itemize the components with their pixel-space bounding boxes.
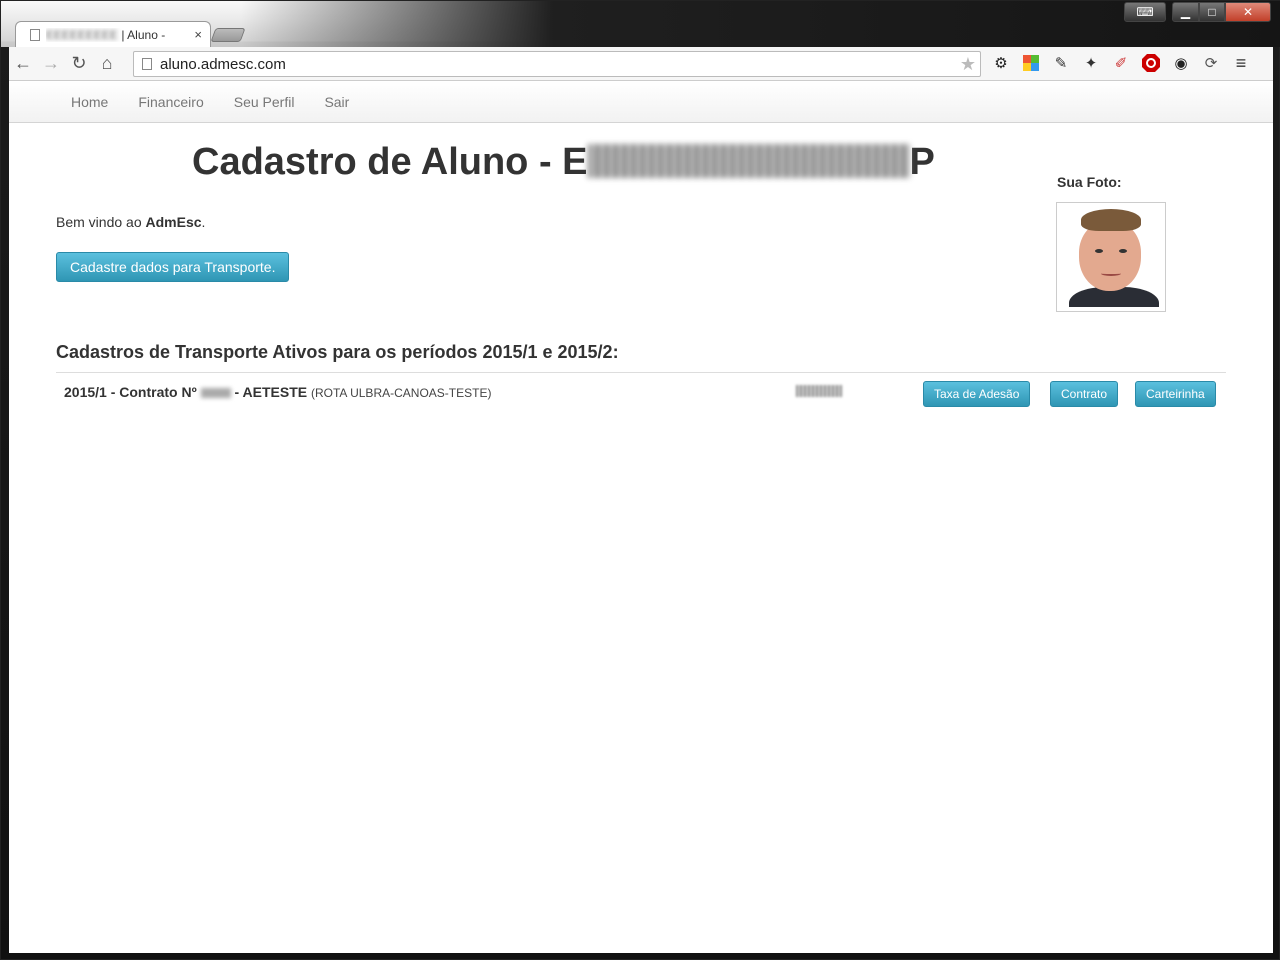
browser-window: ⌨ ▁ □ ✕ EEEEEEEEE | Aluno - × ← → ↻ ⌂ al… — [0, 0, 1280, 960]
avatar-mouth — [1101, 271, 1121, 276]
close-window-button[interactable]: ✕ — [1225, 2, 1271, 22]
address-bar[interactable]: aluno.admesc.com ★ — [133, 51, 981, 77]
reload-button[interactable]: ↻ — [65, 53, 93, 74]
gear-icon[interactable]: ⚙ — [989, 51, 1013, 75]
page-viewport: Home Financeiro Seu Perfil Sair Cadastro… — [9, 81, 1273, 953]
browser-toolbar: ← → ↻ ⌂ aluno.admesc.com ★ ⚙ ✎ ✦ ✐ ◉ ⟳ ≡ — [9, 47, 1273, 81]
eyedropper-extension-icon[interactable]: ✐ — [1109, 51, 1133, 75]
page-icon — [142, 58, 152, 70]
taxa-adesao-button[interactable]: Taxa de Adesão — [923, 381, 1031, 407]
nav-seu-perfil[interactable]: Seu Perfil — [234, 94, 295, 110]
nav-financeiro[interactable]: Financeiro — [138, 94, 203, 110]
evernote-extension-icon[interactable]: ✎ — [1049, 51, 1073, 75]
redacted-contract-number — [200, 388, 231, 399]
maximize-button[interactable]: □ — [1199, 2, 1225, 22]
redacted-status — [796, 385, 842, 397]
tab-title-redacted: EEEEEEEEE — [46, 27, 119, 42]
student-photo — [1056, 202, 1166, 312]
color-picker-extension-icon[interactable] — [1019, 51, 1043, 75]
home-button[interactable]: ⌂ — [93, 53, 121, 74]
minimize-button[interactable]: ▁ — [1172, 2, 1199, 22]
page-title: Cadastro de Aluno - E P — [192, 141, 935, 184]
window-controls: ⌨ ▁ □ ✕ — [1124, 2, 1271, 22]
avatar-hair — [1081, 209, 1141, 231]
avatar — [1061, 207, 1161, 307]
owl-extension-icon[interactable]: ◉ — [1169, 51, 1193, 75]
page-icon — [30, 28, 40, 41]
browser-tab-active[interactable]: EEEEEEEEE | Aluno - × — [15, 21, 211, 47]
register-transport-button[interactable]: Cadastre dados para Transporte. — [56, 252, 290, 282]
section-title: Cadastros de Transporte Ativos para os p… — [56, 342, 619, 362]
back-button[interactable]: ← — [9, 53, 37, 74]
new-tab-button[interactable] — [210, 28, 246, 42]
adblock-extension-icon[interactable] — [1139, 51, 1163, 75]
tab-title-text: | Aluno - — [121, 27, 166, 42]
forward-button[interactable]: → — [37, 53, 65, 74]
contract-suffix: - AETESTE — [234, 384, 308, 400]
welcome-text: Bem vindo ao AdmEsc. — [56, 214, 205, 230]
url-text[interactable]: aluno.admesc.com — [160, 56, 960, 73]
photo-label: Sua Foto: — [1057, 174, 1122, 190]
page-title-end: P — [909, 141, 935, 183]
page-title-text: Cadastro de Aluno - E — [192, 141, 588, 183]
contract-prefix: 2015/1 - Contrato Nº — [64, 384, 197, 400]
keyboard-icon[interactable]: ⌨ — [1124, 2, 1166, 22]
puzzle-extension-icon[interactable]: ✦ — [1079, 51, 1103, 75]
bookmark-star-icon[interactable]: ★ — [960, 54, 980, 75]
welcome-prefix: Bem vindo ao — [56, 214, 146, 230]
menu-icon[interactable]: ≡ — [1229, 51, 1253, 75]
welcome-suffix: . — [201, 214, 206, 230]
carteirinha-button[interactable]: Carteirinha — [1135, 381, 1216, 407]
nav-sair[interactable]: Sair — [324, 94, 349, 110]
contract-route: (ROTA ULBRA-CANOAS-TESTE) — [310, 386, 492, 400]
avatar-eye-left — [1095, 249, 1103, 253]
top-navbar: Home Financeiro Seu Perfil Sair — [9, 81, 1273, 123]
redacted-student-name — [587, 144, 910, 178]
welcome-brand: AdmEsc — [145, 214, 202, 230]
avatar-face — [1079, 221, 1141, 291]
contract-description: 2015/1 - Contrato Nº - AETESTE (ROTA ULB… — [64, 384, 491, 400]
extension-icons: ⚙ ✎ ✦ ✐ ◉ ⟳ ≡ — [989, 51, 1253, 75]
sync-extension-icon[interactable]: ⟳ — [1199, 51, 1223, 75]
table-row: 2015/1 - Contrato Nº - AETESTE (ROTA ULB… — [56, 373, 1226, 411]
avatar-eye-right — [1119, 249, 1127, 253]
nav-home[interactable]: Home — [71, 94, 108, 110]
tab-close-icon[interactable]: × — [194, 27, 202, 42]
contrato-button[interactable]: Contrato — [1050, 381, 1119, 407]
tab-title: EEEEEEEEE | Aluno - — [46, 28, 194, 42]
